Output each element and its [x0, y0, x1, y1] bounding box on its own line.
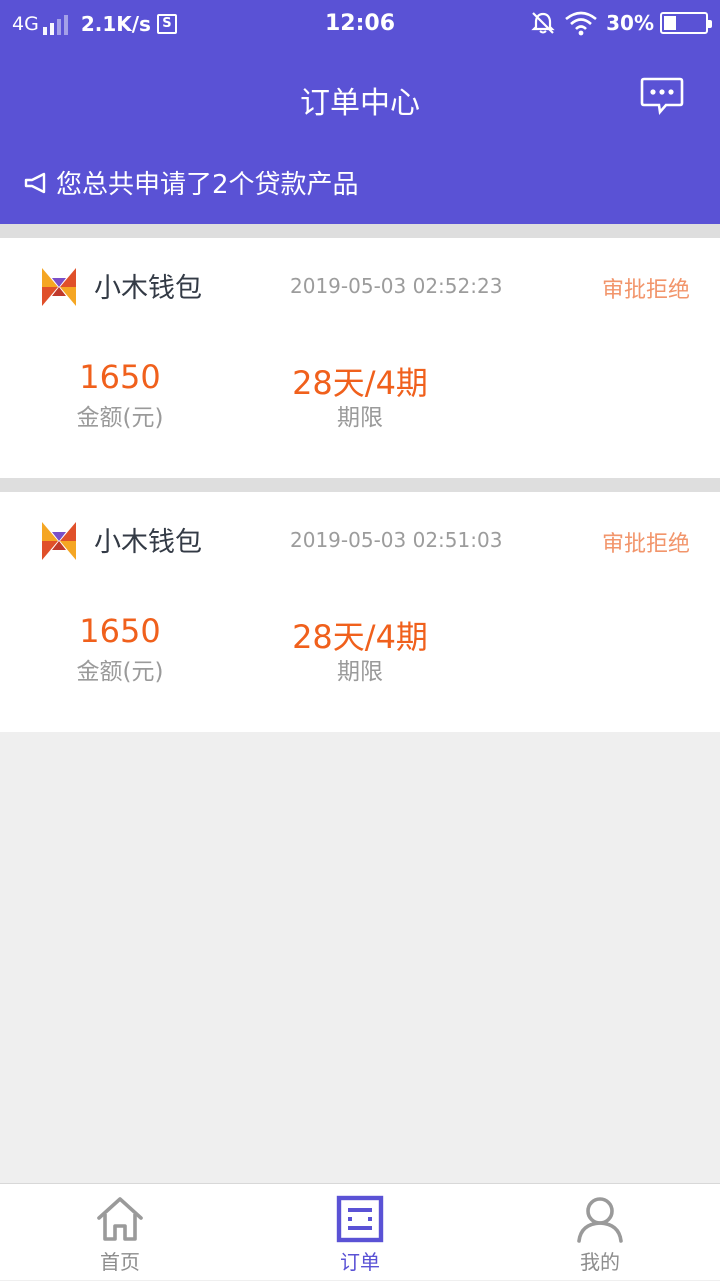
divider — [0, 224, 720, 238]
page-title: 订单中心 — [300, 86, 420, 121]
tab-label-mine: 我的 — [580, 1250, 620, 1274]
xiaomu-logo-icon — [42, 268, 76, 306]
battery-icon — [660, 12, 712, 34]
message-button[interactable] — [640, 76, 684, 116]
status-bar: 4G 2.1K/s S 12:06 30% — [0, 0, 720, 52]
chat-bubble-icon — [640, 77, 684, 116]
tab-home[interactable]: 首页 — [0, 1184, 240, 1281]
battery-percent: 30% — [606, 11, 654, 35]
order-time: 2019-05-03 02:51:03 — [290, 528, 503, 552]
product-name: 小木钱包 — [94, 273, 202, 304]
amount-value: 1650 — [79, 358, 161, 396]
amount-value: 1650 — [79, 612, 161, 650]
alarm-muted-icon — [531, 12, 555, 34]
amount-label: 金额(元) — [76, 659, 164, 685]
order-status: 审批拒绝 — [601, 278, 690, 303]
order-card[interactable]: 小木钱包 2019-05-03 02:52:23 审批拒绝 1650 金额(元)… — [0, 238, 720, 478]
tab-mine[interactable]: 我的 — [480, 1184, 720, 1281]
tab-label-home: 首页 — [100, 1250, 140, 1274]
page-header: 订单中心 您总共申请了2个贷款产品 — [0, 52, 720, 224]
bottom-tab-bar: 首页 订单 我的 — [0, 1183, 720, 1280]
amount-label: 金额(元) — [76, 405, 164, 431]
tab-orders[interactable]: 订单 — [240, 1184, 480, 1281]
xiaomu-logo-icon — [42, 522, 76, 560]
order-list-icon — [336, 1195, 384, 1243]
term-label: 期限 — [337, 659, 383, 685]
term-label: 期限 — [337, 405, 383, 431]
notice-bar: 您总共申请了2个贷款产品 — [24, 164, 359, 201]
battery-fill — [664, 16, 676, 30]
user-icon — [577, 1197, 623, 1243]
status-right: 30% — [530, 10, 712, 36]
order-status: 审批拒绝 — [601, 532, 690, 557]
home-icon — [97, 1197, 143, 1241]
tab-label-orders: 订单 — [340, 1250, 380, 1274]
order-time: 2019-05-03 02:52:23 — [290, 274, 503, 298]
megaphone-icon — [24, 172, 46, 193]
product-name: 小木钱包 — [94, 527, 202, 558]
divider — [0, 478, 720, 492]
notice-text: 您总共申请了2个贷款产品 — [56, 170, 359, 200]
wifi-icon — [565, 11, 597, 36]
order-card[interactable]: 小木钱包 2019-05-03 02:51:03 审批拒绝 1650 金额(元)… — [0, 492, 720, 732]
